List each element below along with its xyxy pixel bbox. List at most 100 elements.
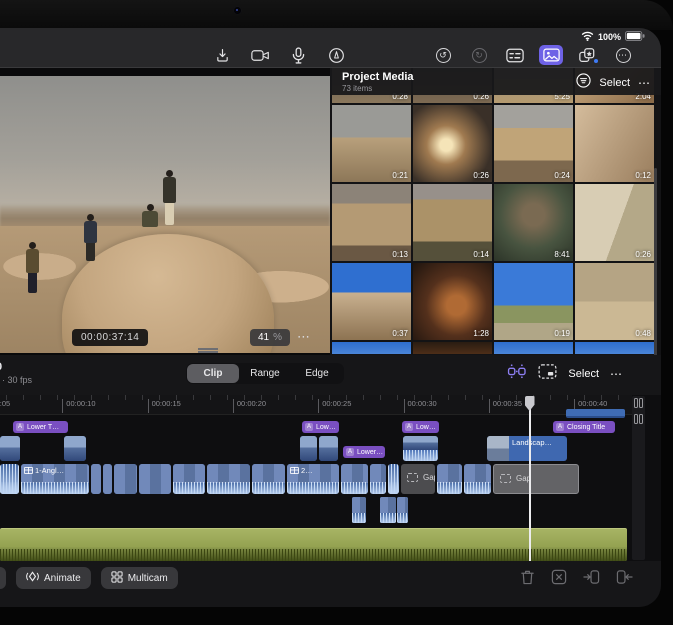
storyline-clip[interactable]	[114, 464, 137, 494]
media-thumbnail[interactable]	[575, 342, 654, 354]
timeline-select-button[interactable]: Select	[568, 368, 599, 380]
video-person-standing	[163, 170, 176, 225]
storyline-clip[interactable]	[437, 464, 462, 494]
storyline-clip[interactable]	[0, 464, 19, 494]
media-scrollbar[interactable]	[654, 168, 657, 355]
connected-clip-label: Landscap…	[509, 436, 555, 461]
title-clip[interactable]: ALower…	[343, 446, 385, 458]
viewer-panel[interactable]: 00:00:37:14 41% ⋯	[0, 68, 330, 355]
media-thumbnail[interactable]: 0:24	[494, 105, 573, 182]
media-thumbnail[interactable]: 0:21	[332, 105, 411, 182]
edit-mode-control[interactable]: ClipRangeEdge	[186, 363, 344, 384]
storyline-clip-label-group: 2…	[290, 466, 313, 475]
title-clip[interactable]: ALower T…	[13, 421, 68, 433]
pencil-button[interactable]	[324, 45, 348, 65]
media-browser-button[interactable]	[539, 45, 563, 65]
media-thumbnail[interactable]: 8:41	[494, 184, 573, 261]
media-thumbnail[interactable]: 0:12	[575, 105, 654, 182]
animate-button[interactable]: Animate	[16, 567, 91, 589]
connected-clip[interactable]	[64, 436, 86, 461]
media-select-button[interactable]: Select	[599, 77, 630, 89]
storyline-clip[interactable]	[173, 464, 205, 494]
mode-range[interactable]: Range	[239, 364, 291, 383]
media-thumbnail[interactable]: 0:48	[575, 263, 654, 340]
gap-clip[interactable]: Gap	[401, 464, 435, 494]
title-clip[interactable]: ALow…	[402, 421, 439, 433]
storyline-clip[interactable]	[341, 464, 368, 494]
mode-edge[interactable]: Edge	[291, 364, 343, 383]
microphone-button[interactable]	[286, 45, 310, 65]
front-camera-glint	[236, 9, 238, 11]
media-more-button[interactable]: ⋯	[638, 76, 651, 90]
zoom-level[interactable]: 41%	[250, 329, 290, 346]
title-clip[interactable]: ALow…	[302, 421, 339, 433]
connected-clip[interactable]	[300, 436, 317, 461]
effects-browser-button[interactable]	[575, 45, 599, 65]
media-thumbnail[interactable]	[413, 342, 492, 354]
import-button[interactable]	[210, 45, 234, 65]
media-thumbnail[interactable]: 0:26	[413, 105, 492, 182]
timeline-scrollbar[interactable]	[632, 396, 645, 560]
storyline-clip[interactable]	[103, 464, 112, 494]
connected-clip-below[interactable]	[352, 497, 366, 523]
undo-button[interactable]: ↺	[431, 45, 455, 65]
storyline-clip[interactable]: 1-Angl…	[21, 464, 89, 494]
connected-clip[interactable]	[0, 436, 20, 461]
title-clip-label: Lower T…	[27, 424, 59, 431]
filter-icon[interactable]	[576, 73, 591, 93]
more-button[interactable]: ⋯	[611, 45, 635, 65]
media-thumbnail[interactable]	[494, 342, 573, 354]
storyline-clip[interactable]	[252, 464, 285, 494]
media-thumbnail[interactable]: 0:13	[332, 184, 411, 261]
delete-icon[interactable]	[520, 569, 535, 585]
gap-clip[interactable]: Gap	[493, 464, 579, 494]
inspector-button[interactable]	[503, 45, 527, 65]
multicam-button[interactable]: Multicam	[101, 567, 178, 589]
camera-button[interactable]	[248, 45, 272, 65]
connected-clip[interactable]	[319, 436, 338, 461]
timeline-ruler[interactable]: 00:00:0500:00:1000:00:1500:00:2000:00:25…	[0, 395, 632, 415]
playhead[interactable]	[529, 396, 531, 561]
media-thumbnail[interactable]: 0:19	[494, 263, 573, 340]
scroll-indicator-top	[634, 398, 643, 408]
storyline-clip[interactable]	[370, 464, 386, 494]
title-clip-icon: A	[405, 423, 413, 431]
connected-clip-below[interactable]	[380, 497, 396, 523]
media-thumbnail[interactable]: 0:26	[575, 184, 654, 261]
media-grid-row: 0:210:260:24 0:12	[332, 105, 656, 182]
title-clip[interactable]: AClosing Title	[553, 421, 615, 433]
timeline[interactable]: 00:00:0500:00:1000:00:1500:00:2000:00:25…	[0, 395, 661, 561]
media-thumbnail[interactable]	[332, 342, 411, 354]
storyline-clip-waveform	[173, 482, 205, 494]
media-thumbnail[interactable]: 0:14	[413, 184, 492, 261]
timeline-more-button[interactable]: ⋯	[610, 367, 623, 381]
audio-clip[interactable]	[0, 528, 627, 561]
storyline-clip[interactable]	[91, 464, 101, 494]
clipped-left-button[interactable]	[0, 567, 6, 589]
media-thumbnail[interactable]: 1:28	[413, 263, 492, 340]
mode-clip[interactable]: Clip	[187, 364, 239, 383]
connected-clip-top[interactable]	[566, 409, 625, 418]
viewer-more-button[interactable]: ⋯	[297, 329, 311, 345]
connected-clip[interactable]: Landscap…	[487, 436, 567, 461]
picture-in-picture-icon[interactable]	[538, 364, 557, 384]
storyline-clip-filmstrip	[464, 464, 491, 483]
connected-clip-below[interactable]	[397, 497, 408, 523]
media-grid-row: 0:371:280:190:48	[332, 263, 656, 340]
storyline-clip[interactable]	[388, 464, 399, 494]
panel-resize-handle[interactable]	[198, 348, 218, 353]
clip-duration: 0:12	[635, 171, 651, 180]
media-thumbnail[interactable]: 0:37	[332, 263, 411, 340]
timeline-overview-icon[interactable]	[507, 363, 527, 384]
connected-clip[interactable]	[403, 436, 438, 461]
connected-clip-waveform	[403, 450, 438, 461]
blade-icon[interactable]	[551, 569, 567, 585]
redo-button[interactable]: ↻	[467, 45, 491, 65]
storyline-clip[interactable]	[207, 464, 250, 494]
overwrite-icon[interactable]	[583, 569, 600, 585]
storyline-clip[interactable]	[464, 464, 491, 494]
append-icon[interactable]	[616, 569, 633, 585]
storyline-clip[interactable]	[139, 464, 171, 494]
storyline-clip-filmstrip	[341, 464, 368, 483]
storyline-clip[interactable]: 2…	[287, 464, 339, 494]
